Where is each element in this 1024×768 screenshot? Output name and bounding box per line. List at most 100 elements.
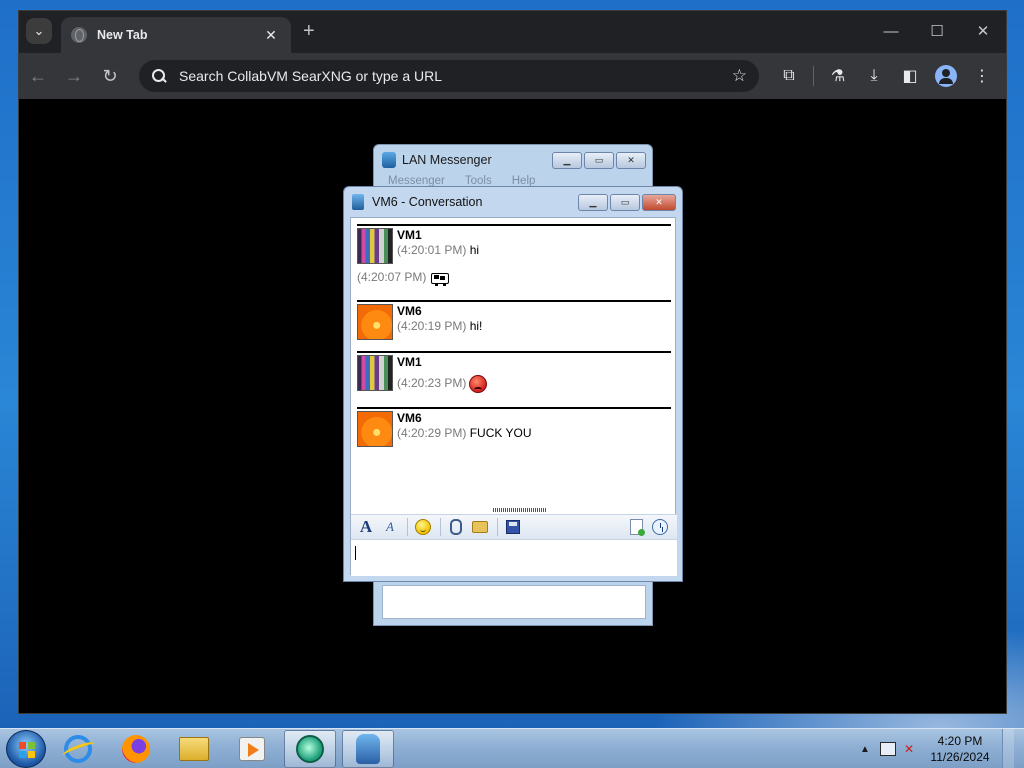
- profile-icon[interactable]: [935, 65, 957, 87]
- tab-title: New Tab: [97, 28, 148, 42]
- conv-close-button[interactable]: ✕: [642, 193, 676, 211]
- message-input[interactable]: [351, 540, 677, 576]
- address-bar[interactable]: Search CollabVM SearXNG or type a URL ☆: [139, 60, 759, 92]
- taskbar-media-player[interactable]: [226, 730, 278, 768]
- internet-explorer-icon: [64, 734, 92, 763]
- splitter-handle[interactable]: [493, 508, 547, 512]
- labs-icon[interactable]: ⚗: [820, 66, 856, 86]
- conversation-body: VM1 (4:20:01 PM) hi (4:20:07 PM) VM6 (4:…: [350, 217, 677, 576]
- taskbar-firefox[interactable]: [110, 730, 162, 768]
- toolbar-actions: ⧉ ⚗ ⤓ ◧ ⋮: [771, 59, 1000, 93]
- message-block: VM1 (4:20:01 PM) hi (4:20:07 PM): [357, 224, 671, 285]
- timestamp: (4:20:23 PM): [397, 376, 467, 391]
- maximize-button[interactable]: ☐: [914, 11, 960, 51]
- new-tab-button[interactable]: +: [303, 20, 315, 43]
- forward-button[interactable]: →: [57, 59, 91, 93]
- lm-maximize-button[interactable]: ▭: [584, 151, 614, 169]
- tab-search-button[interactable]: ⌄: [26, 18, 52, 44]
- avatar: [357, 228, 393, 264]
- toolbar-divider: [813, 66, 814, 86]
- message-text: hi!: [469, 319, 483, 333]
- network-icon[interactable]: [879, 742, 896, 756]
- format-toolbar: A A: [351, 514, 677, 540]
- side-panel-icon[interactable]: ◧: [892, 66, 928, 86]
- page-viewport: LAN Messenger ▁ ▭ ✕ Messenger Tools Help…: [19, 99, 1006, 713]
- lm-minimize-button[interactable]: ▁: [552, 151, 582, 169]
- history-clock-icon: [652, 519, 668, 535]
- sender-name: VM6: [397, 411, 422, 425]
- show-desktop-button[interactable]: [1002, 729, 1014, 768]
- toolbar-separator: [440, 518, 441, 536]
- send-file-button[interactable]: [445, 517, 467, 537]
- browser-window: ⌄ New Tab ✕ + — ☐ ✕ ← → ↻ Search CollabV…: [18, 10, 1007, 714]
- globe-icon: [71, 27, 87, 43]
- cow-emoticon-icon: [429, 271, 450, 285]
- conversation-titlebar[interactable]: VM6 - Conversation ▁ ▭ ✕: [344, 187, 682, 217]
- conversation-window: VM6 - Conversation ▁ ▭ ✕ VM1 (4:20:01 PM…: [343, 186, 683, 582]
- taskbar: ▲ ✕ 4:20 PM 11/26/2024: [0, 728, 1024, 768]
- lm-close-button[interactable]: ✕: [616, 151, 646, 169]
- avatar: [357, 355, 393, 391]
- conversation-title: VM6 - Conversation: [372, 195, 483, 209]
- volume-muted-icon[interactable]: ✕: [904, 742, 914, 756]
- taskbar-internet-explorer[interactable]: [52, 730, 104, 768]
- save-button[interactable]: [502, 517, 524, 537]
- search-icon: [151, 68, 167, 84]
- smiley-button[interactable]: [412, 517, 434, 537]
- avatar: [357, 411, 393, 447]
- message-block: VM6 (4:20:29 PM) FUCK YOU: [357, 407, 671, 447]
- address-placeholder: Search CollabVM SearXNG or type a URL: [179, 68, 442, 84]
- font-icon[interactable]: A: [355, 517, 377, 537]
- taskbar-lan-messenger-app[interactable]: [284, 729, 336, 768]
- conv-maximize-button[interactable]: ▭: [610, 193, 640, 211]
- toolbar-separator: [407, 518, 408, 536]
- file-explorer-icon: [179, 736, 209, 761]
- close-button[interactable]: ✕: [960, 11, 1006, 51]
- clock-time: 4:20 PM: [937, 734, 983, 748]
- clock[interactable]: 4:20 PM 11/26/2024: [928, 733, 992, 765]
- avatar: [357, 304, 393, 340]
- lan-messenger-title: LAN Messenger: [402, 153, 492, 167]
- text-caret: [355, 546, 356, 560]
- message-block: VM6 (4:20:19 PM) hi!: [357, 300, 671, 340]
- media-player-icon: [239, 736, 265, 761]
- send-folder-button[interactable]: [469, 517, 491, 537]
- taskbar-lan-messenger[interactable]: [342, 729, 394, 768]
- conv-minimize-button[interactable]: ▁: [578, 193, 608, 211]
- reload-button[interactable]: ↻: [93, 59, 127, 93]
- timestamp: (4:20:19 PM): [397, 319, 467, 333]
- minimize-button[interactable]: —: [868, 11, 914, 51]
- history-button[interactable]: [625, 517, 647, 537]
- message-block: VM1 (4:20:23 PM): [357, 351, 671, 393]
- sender-name: VM1: [397, 355, 422, 369]
- message-history: VM1 (4:20:01 PM) hi (4:20:07 PM) VM6 (4:…: [351, 218, 677, 508]
- font-color-icon[interactable]: A: [379, 517, 401, 537]
- taskbar-file-explorer[interactable]: [168, 730, 220, 768]
- angry-emoticon-icon: [469, 375, 488, 393]
- tab-strip: ⌄ New Tab ✕ + — ☐ ✕: [19, 11, 1006, 53]
- window-controls: — ☐ ✕: [868, 11, 1006, 51]
- lan-messenger-icon: [356, 733, 380, 764]
- menu-icon[interactable]: ⋮: [964, 66, 1000, 86]
- send-folder-icon: [472, 521, 488, 533]
- bookmark-star-icon[interactable]: ☆: [732, 66, 747, 86]
- history-doc-icon: [629, 519, 645, 536]
- timestamp: (4:20:01 PM): [397, 243, 467, 257]
- show-hidden-icons-icon[interactable]: ▲: [860, 744, 870, 755]
- lan-messenger-status-box: [382, 585, 646, 619]
- message-text: hi: [469, 243, 480, 257]
- sender-name: VM1: [397, 228, 422, 242]
- back-button[interactable]: ←: [21, 59, 55, 93]
- clock-date: 11/26/2024: [930, 750, 990, 764]
- timestamp: (4:20:07 PM): [357, 270, 427, 284]
- start-button[interactable]: [6, 729, 46, 768]
- smiley-icon: [415, 519, 431, 535]
- download-icon[interactable]: ⤓: [856, 67, 892, 85]
- history-clock-button[interactable]: [649, 517, 671, 537]
- tab-new-tab[interactable]: New Tab ✕: [61, 17, 291, 53]
- attach-file-icon: [450, 519, 462, 535]
- extensions-icon[interactable]: ⧉: [771, 67, 807, 85]
- tab-close-icon[interactable]: ✕: [261, 27, 281, 44]
- save-icon: [506, 520, 520, 534]
- lan-messenger-titlebar[interactable]: LAN Messenger ▁ ▭ ✕: [374, 145, 652, 175]
